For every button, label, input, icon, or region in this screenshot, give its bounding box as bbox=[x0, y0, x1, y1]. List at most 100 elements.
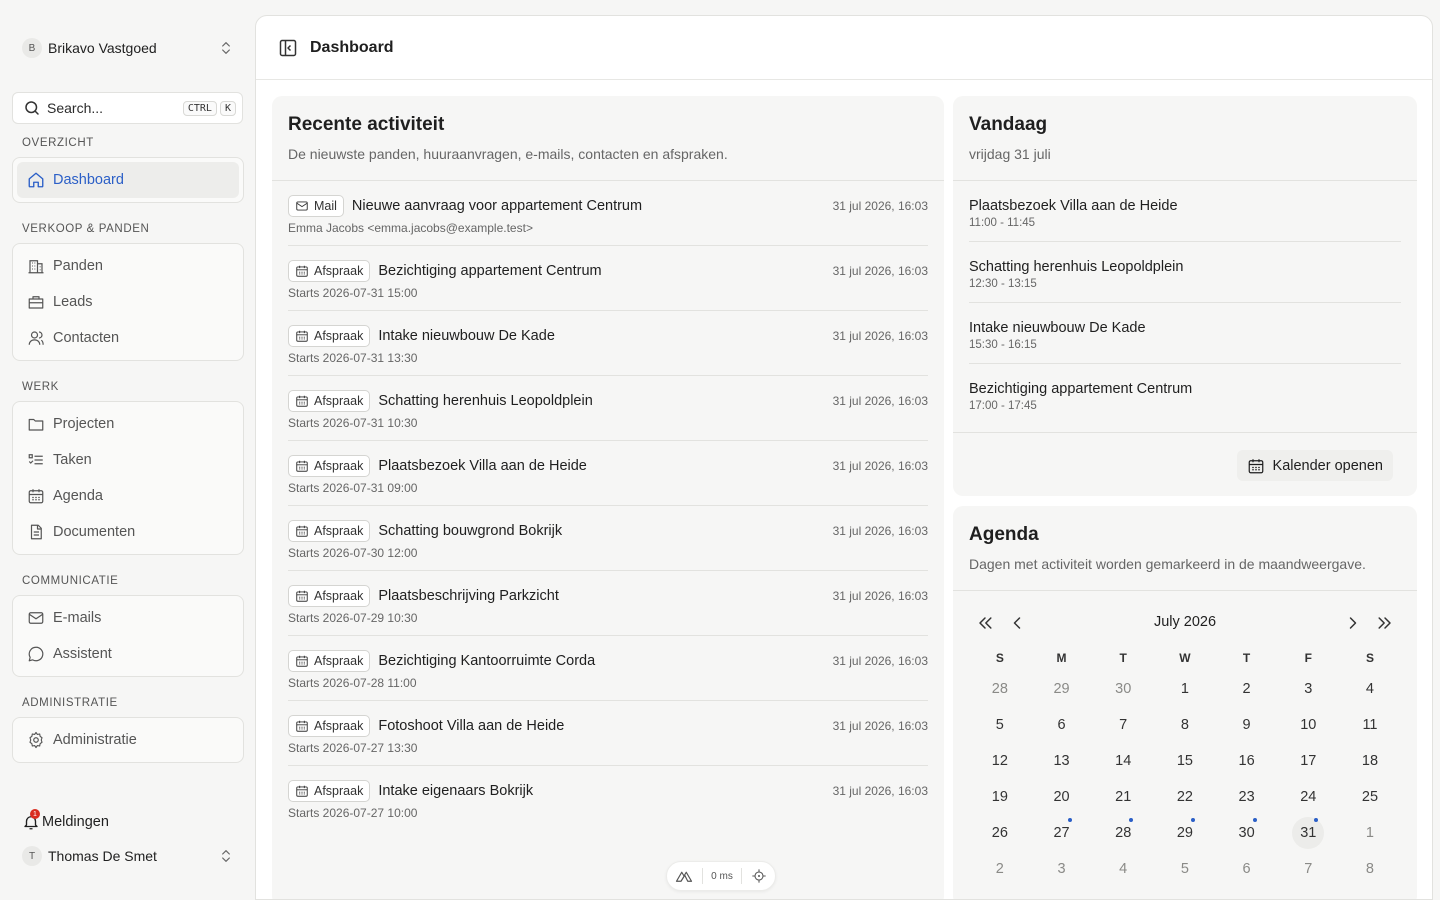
activity-row[interactable]: Afspraak Schatting herenhuis Leopoldplein… bbox=[288, 376, 928, 441]
calendar-day[interactable]: 29 bbox=[1154, 815, 1216, 851]
calendar-day-number: 18 bbox=[1361, 753, 1379, 769]
calendar-day[interactable]: 20 bbox=[1031, 779, 1093, 815]
activity-row[interactable]: Afspraak Fotoshoot Villa aan de Heide Star… bbox=[288, 701, 928, 766]
calendar-day[interactable]: 11 bbox=[1339, 707, 1401, 743]
calendar-day[interactable]: 6 bbox=[1031, 707, 1093, 743]
calendar-day[interactable]: 2 bbox=[1216, 671, 1278, 707]
sidebar-item-projecten[interactable]: Projecten bbox=[17, 406, 239, 442]
user-menu[interactable]: T Thomas De Smet bbox=[12, 840, 244, 872]
today-event[interactable]: Plaatsbezoek Villa aan de Heide 11:00 - 1… bbox=[969, 181, 1401, 242]
sidebar-item-dashboard[interactable]: Dashboard bbox=[17, 162, 239, 198]
calendar-day[interactable]: 1 bbox=[1339, 815, 1401, 851]
calendar-day[interactable]: 19 bbox=[969, 779, 1031, 815]
calendar-day[interactable]: 7 bbox=[1092, 707, 1154, 743]
sidebar-item-contacten[interactable]: Contacten bbox=[17, 320, 239, 356]
dev-timing: 0 ms bbox=[711, 870, 733, 882]
calendar-day[interactable]: 22 bbox=[1154, 779, 1216, 815]
calendar-day[interactable]: 26 bbox=[969, 815, 1031, 851]
calendar-day[interactable]: 6 bbox=[1216, 851, 1278, 887]
calendar-day[interactable]: 30 bbox=[1216, 815, 1278, 851]
sidebar-item-agenda[interactable]: Agenda bbox=[17, 478, 239, 514]
target-icon[interactable] bbox=[751, 868, 767, 884]
calendar-day[interactable]: 8 bbox=[1339, 851, 1401, 887]
calendar-day[interactable]: 30 bbox=[1092, 671, 1154, 707]
calendar-day[interactable]: 8 bbox=[1154, 707, 1216, 743]
dev-toolbar[interactable]: 0 ms bbox=[666, 861, 776, 891]
calendar-day[interactable]: 5 bbox=[969, 707, 1031, 743]
activity-row[interactable]: Afspraak Intake nieuwbouw De Kade Starts 2… bbox=[288, 311, 928, 376]
double-chevron-left-icon[interactable] bbox=[975, 613, 995, 633]
sidebar-item-assistent[interactable]: Assistent bbox=[17, 636, 239, 672]
calendar-day[interactable]: 27 bbox=[1031, 815, 1093, 851]
activity-title: Intake eigenaars Bokrijk bbox=[378, 783, 534, 799]
sidebar-item-taken[interactable]: Taken bbox=[17, 442, 239, 478]
activity-row[interactable]: Afspraak Schatting bouwgrond Bokrijk Start… bbox=[288, 506, 928, 571]
calendar-day[interactable]: 4 bbox=[1339, 671, 1401, 707]
calendar-weeks: 28 29 30 1 2 3 4 5 6 7 8 9 10 11 12 13 14 15 16 17 18 19 20 21 2… bbox=[969, 671, 1401, 887]
sidebar-toggle-icon[interactable] bbox=[278, 38, 298, 58]
activity-dot bbox=[1129, 818, 1134, 822]
calendar-day[interactable]: 25 bbox=[1339, 779, 1401, 815]
calendar-day[interactable]: 28 bbox=[969, 671, 1031, 707]
today-event[interactable]: Intake nieuwbouw De Kade 15:30 - 16:15 bbox=[969, 303, 1401, 364]
calendar-day[interactable]: 18 bbox=[1339, 743, 1401, 779]
activity-type-badge: Afspraak bbox=[288, 650, 371, 672]
activity-dot bbox=[1067, 818, 1072, 822]
open-calendar-button[interactable]: Kalender openen bbox=[1236, 450, 1393, 481]
search-icon bbox=[23, 99, 41, 117]
sidebar-item-panden[interactable]: Panden bbox=[17, 248, 239, 284]
calendar-day[interactable]: 3 bbox=[1031, 851, 1093, 887]
sidebar-item-emails[interactable]: E-mails bbox=[17, 600, 239, 636]
calendar-day[interactable]: 16 bbox=[1216, 743, 1278, 779]
calendar-day[interactable]: 12 bbox=[969, 743, 1031, 779]
activity-row[interactable]: Afspraak Plaatsbezoek Villa aan de Heide S… bbox=[288, 441, 928, 506]
calendar-day[interactable]: 23 bbox=[1216, 779, 1278, 815]
sidebar-item-label: Contacten bbox=[53, 330, 120, 346]
calendar-day-number: 24 bbox=[1300, 789, 1317, 805]
activity-row[interactable]: Afspraak Intake eigenaars Bokrijk Starts 2… bbox=[288, 766, 928, 831]
today-event[interactable]: Schatting herenhuis Leopoldplein 12:30 - … bbox=[969, 242, 1401, 303]
calendar-day[interactable]: 29 bbox=[1031, 671, 1093, 707]
double-chevron-right-icon[interactable] bbox=[1375, 613, 1395, 633]
calendar-day-today[interactable]: 31 bbox=[1277, 815, 1339, 851]
calendar-day[interactable]: 3 bbox=[1277, 671, 1339, 707]
activity-row[interactable]: Afspraak Bezichtiging appartement Centrum… bbox=[288, 246, 928, 311]
calendar-day-number: 8 bbox=[1365, 861, 1374, 877]
calendar-icon bbox=[295, 394, 309, 408]
sidebar-item-documenten[interactable]: Documenten bbox=[17, 514, 239, 550]
calendar-day[interactable]: 1 bbox=[1154, 671, 1216, 707]
calendar-day[interactable]: 2 bbox=[969, 851, 1031, 887]
sidebar-item-administratie[interactable]: Administratie bbox=[17, 722, 239, 758]
activity-row[interactable]: Afspraak Plaatsbeschrijving Parkzicht Star… bbox=[288, 571, 928, 636]
calendar-day[interactable]: 28 bbox=[1092, 815, 1154, 851]
calendar-day[interactable]: 9 bbox=[1216, 707, 1278, 743]
today-date: vrijdag 31 juli bbox=[969, 146, 1051, 162]
calendar-day[interactable]: 15 bbox=[1154, 743, 1216, 779]
calendar-day[interactable]: 17 bbox=[1277, 743, 1339, 779]
calendar-day[interactable]: 13 bbox=[1031, 743, 1093, 779]
nuxt-logo-icon[interactable] bbox=[675, 867, 693, 885]
notification-badge: 1 bbox=[30, 809, 40, 819]
activity-type-badge: Afspraak bbox=[288, 260, 371, 282]
today-event[interactable]: Bezichtiging appartement Centrum 17:00 - … bbox=[969, 364, 1401, 425]
calendar-day[interactable]: 14 bbox=[1092, 743, 1154, 779]
search-input[interactable]: Search... CTRL K bbox=[12, 92, 243, 124]
activity-type-label: Mail bbox=[314, 199, 337, 213]
chevron-right-icon[interactable] bbox=[1343, 613, 1363, 633]
calendar-day[interactable]: 21 bbox=[1092, 779, 1154, 815]
calendar-day[interactable]: 5 bbox=[1154, 851, 1216, 887]
calendar-day[interactable]: 4 bbox=[1092, 851, 1154, 887]
activity-type-label: Afspraak bbox=[314, 459, 364, 473]
calendar-day[interactable]: 10 bbox=[1277, 707, 1339, 743]
chevron-left-icon[interactable] bbox=[1007, 613, 1027, 633]
calendar-day[interactable]: 24 bbox=[1277, 779, 1339, 815]
briefcase-icon bbox=[27, 293, 45, 311]
activity-row[interactable]: Afspraak Bezichtiging Kantoorruimte Corda… bbox=[288, 636, 928, 701]
calendar-day[interactable]: 7 bbox=[1277, 851, 1339, 887]
workspace-switcher[interactable]: B Brikavo Vastgoed bbox=[12, 30, 244, 66]
notifications-link[interactable]: 1 Meldingen bbox=[22, 809, 109, 831]
activity-timestamp: 31 jul 2026, 16:03 bbox=[832, 524, 928, 538]
sidebar-item-leads[interactable]: Leads bbox=[17, 284, 239, 320]
activity-subtext: Starts 2026-07-27 13:30 bbox=[288, 741, 418, 755]
activity-row[interactable]: Mail Nieuwe aanvraag voor appartement Cen… bbox=[288, 181, 928, 246]
